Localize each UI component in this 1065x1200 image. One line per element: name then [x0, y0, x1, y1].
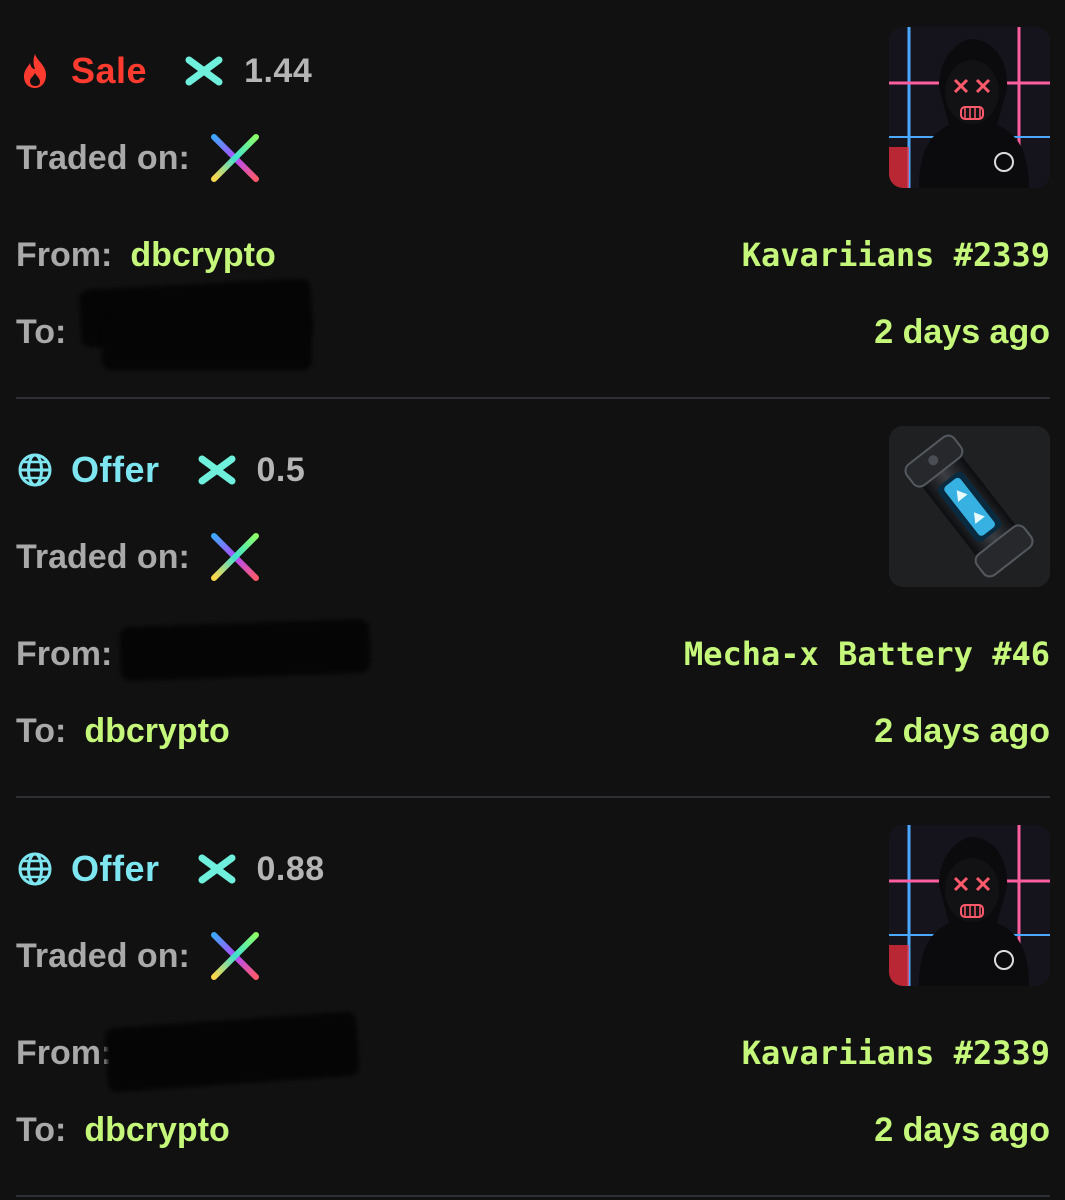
- transaction-header: Offer 0.88: [16, 846, 325, 892]
- marketplace-x-icon[interactable]: [208, 131, 262, 185]
- timestamp: 2 days ago: [874, 313, 1050, 351]
- to-user-link[interactable]: dbcrypto: [84, 1111, 229, 1150]
- transaction-feed: Sale 1.44 Traded on: From: dbcrypto To:: [0, 0, 1065, 1200]
- traded-on-label: Traded on:: [16, 537, 190, 576]
- transaction-card[interactable]: Offer 0.88 Traded on: From: To: dbcrypto…: [16, 798, 1050, 1197]
- from-row: From: dbcrypto: [16, 232, 276, 278]
- from-label: From:: [16, 634, 113, 673]
- redaction-mark: [104, 1011, 360, 1093]
- transaction-header: Sale 1.44: [16, 48, 312, 94]
- to-label: To:: [16, 312, 67, 351]
- from-user-link[interactable]: dbcrypto: [130, 236, 275, 275]
- imx-icon: [185, 52, 223, 90]
- imx-icon: [198, 451, 236, 489]
- to-label: To:: [16, 711, 67, 750]
- transaction-card[interactable]: Offer 0.5 Traded on: From: To: dbcrypto …: [16, 399, 1050, 798]
- to-row: To: dbcrypto: [16, 1107, 230, 1153]
- nft-thumbnail[interactable]: [889, 426, 1050, 587]
- redaction-mark: [119, 618, 371, 682]
- traded-on-row: Traded on:: [16, 529, 262, 585]
- nft-item-name[interactable]: Kavariians #2339: [742, 1030, 1050, 1076]
- transaction-header: Offer 0.5: [16, 447, 305, 493]
- traded-on-label: Traded on:: [16, 936, 190, 975]
- imx-icon: [198, 850, 236, 888]
- from-row: From:: [16, 631, 130, 677]
- to-label: To:: [16, 1110, 67, 1149]
- globe-icon: [16, 850, 54, 888]
- price-value: 0.5: [256, 450, 306, 489]
- traded-on-label: Traded on:: [16, 138, 190, 177]
- globe-icon: [16, 451, 54, 489]
- marketplace-x-icon[interactable]: [208, 929, 262, 983]
- nft-item-name[interactable]: Mecha-x Battery #46: [684, 631, 1050, 677]
- to-user-link[interactable]: dbcrypto: [84, 712, 229, 751]
- to-row: To:: [16, 309, 84, 355]
- redaction-mark: [102, 318, 312, 370]
- from-label: From:: [16, 235, 113, 274]
- divider: [16, 1195, 1050, 1197]
- transaction-card[interactable]: Sale 1.44 Traded on: From: dbcrypto To:: [16, 0, 1050, 399]
- to-row: To: dbcrypto: [16, 708, 230, 754]
- traded-on-row: Traded on:: [16, 130, 262, 186]
- timestamp: 2 days ago: [874, 712, 1050, 750]
- traded-on-row: Traded on:: [16, 928, 262, 984]
- flame-icon: [16, 52, 54, 90]
- transaction-type: Offer: [71, 848, 160, 889]
- price-value: 1.44: [244, 51, 313, 90]
- transaction-type: Sale: [71, 50, 148, 91]
- transaction-type: Offer: [71, 449, 160, 490]
- nft-item-name[interactable]: Kavariians #2339: [742, 232, 1050, 278]
- from-label: From:: [16, 1033, 113, 1072]
- nft-thumbnail[interactable]: [889, 27, 1050, 188]
- price-value: 0.88: [256, 849, 325, 888]
- marketplace-x-icon[interactable]: [208, 530, 262, 584]
- timestamp: 2 days ago: [874, 1111, 1050, 1149]
- nft-thumbnail[interactable]: [889, 825, 1050, 986]
